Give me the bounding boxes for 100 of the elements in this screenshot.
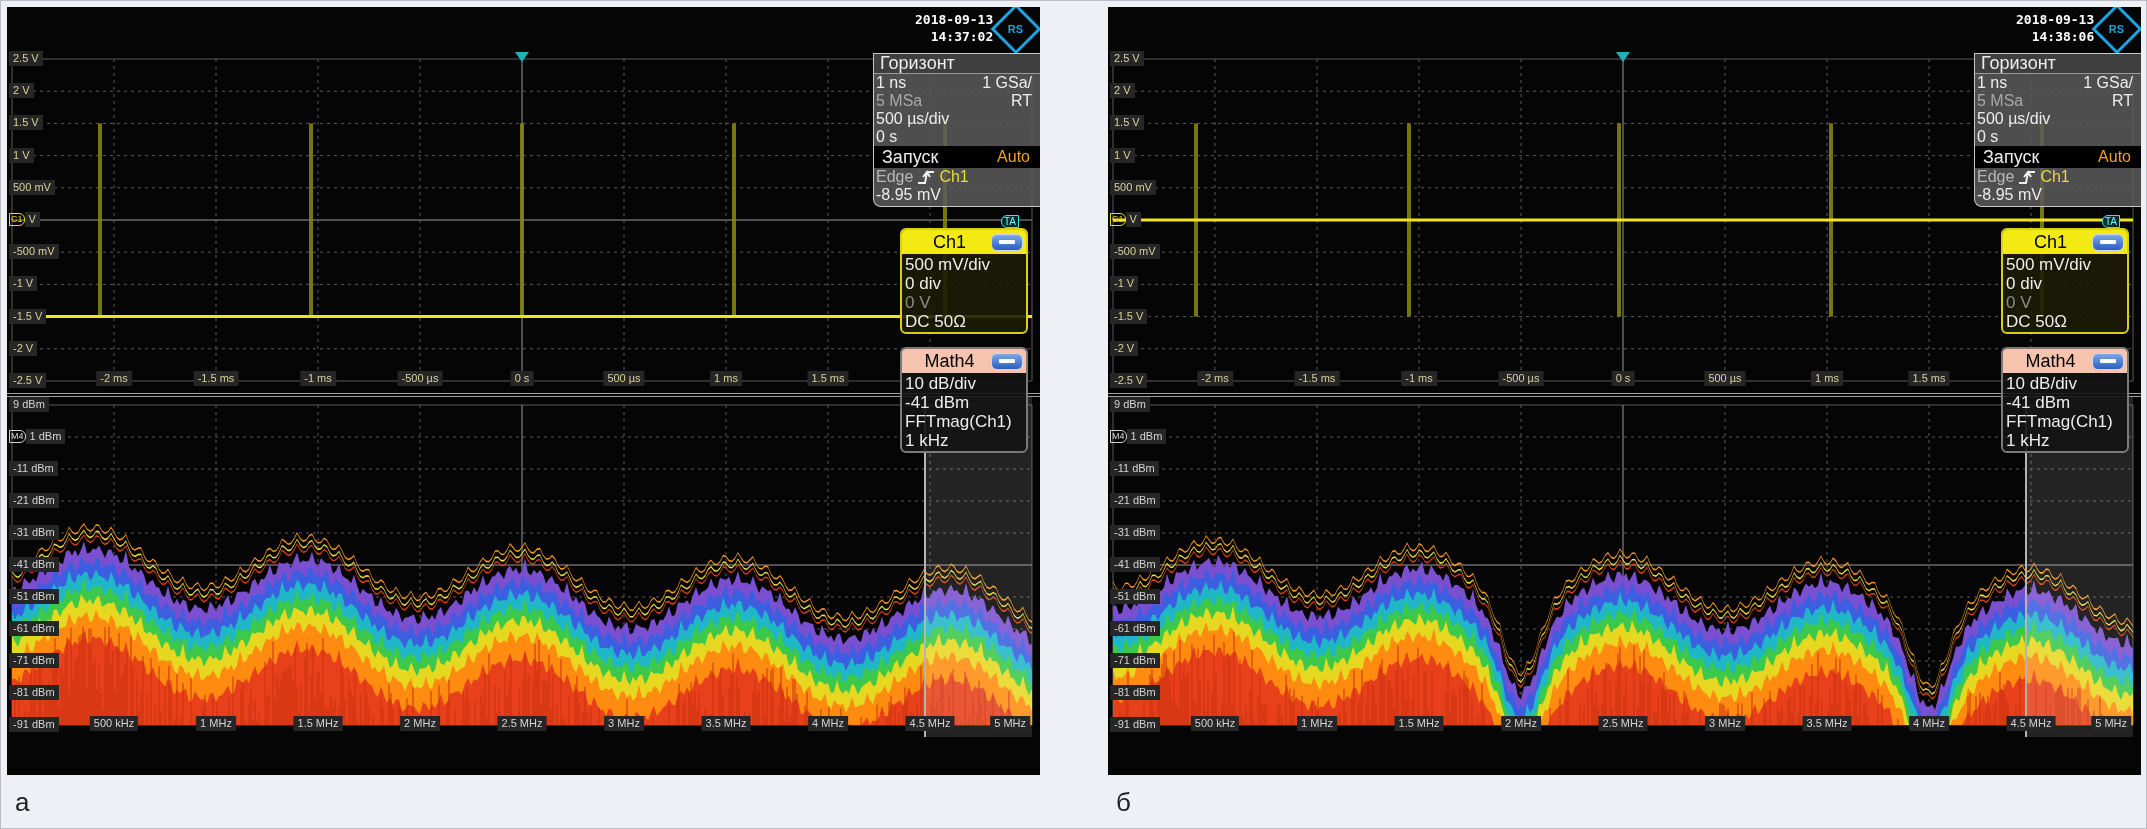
axis-label: 4 MHz xyxy=(808,716,848,731)
setting-value: 1 kHz xyxy=(905,431,950,450)
panel-title[interactable]: Запуск xyxy=(882,148,939,166)
minimize-button[interactable] xyxy=(991,352,1023,370)
setting-value: 0 V xyxy=(905,293,932,312)
channel-name: Math4 xyxy=(2024,351,2077,371)
setting-value: 500 µs/div xyxy=(1977,110,2051,128)
axis-label: 3 MHz xyxy=(604,716,644,731)
setting-value: 500 µs/div xyxy=(876,110,950,128)
minimize-button[interactable] xyxy=(2092,233,2124,251)
rising-edge-icon xyxy=(917,169,936,185)
axis-label: 500 mV xyxy=(1110,179,1156,195)
axis-label: 4.5 MHz xyxy=(2006,716,2056,731)
axis-label: 1 MHz xyxy=(1297,716,1337,731)
channel-marker[interactable]: C1 xyxy=(1110,213,1126,226)
channel-marker[interactable]: M4 xyxy=(1110,430,1127,443)
axis-label: -41 dBm xyxy=(9,557,59,572)
axis-label: 1 V xyxy=(1110,147,1135,163)
setting-value: 0 div xyxy=(2006,274,2043,293)
panel-title[interactable]: Запуск xyxy=(1983,148,2040,166)
setting-value: 500 mV/div xyxy=(2006,255,2093,274)
setting-value: DC 50Ω xyxy=(2006,312,2068,331)
trigger-level: -8.95 mV xyxy=(876,186,942,204)
axis-label: -91 dBm xyxy=(1110,717,1160,732)
channel-name: Ch1 xyxy=(932,232,967,252)
setting-value: RT xyxy=(2111,92,2133,110)
axis-label: -91 dBm xyxy=(9,717,59,732)
trigger-marker[interactable]: TA xyxy=(2102,215,2121,228)
axis-label: -2 ms xyxy=(96,371,132,386)
axis-label: -81 dBm xyxy=(1110,685,1160,700)
channel-header[interactable]: Ch1 xyxy=(2003,230,2127,254)
axis-label: -11 dBm xyxy=(9,461,58,476)
axis-label: 0 s xyxy=(510,371,534,386)
setting-value: 0 V xyxy=(2006,293,2033,312)
trigger-marker[interactable]: TA xyxy=(1001,215,1020,228)
axis-label: -1.5 V xyxy=(1110,308,1148,324)
axis-label: -41 dBm xyxy=(1110,557,1160,572)
axis-label: 2 MHz xyxy=(1501,716,1541,731)
axis-label: -51 dBm xyxy=(9,589,59,604)
axis-label: -1 ms xyxy=(300,371,336,386)
setting-value: 1 GSa/ xyxy=(982,74,1032,92)
setting-value: -41 dBm xyxy=(2006,393,2072,412)
axis-label: -500 mV xyxy=(1110,244,1160,260)
setting-value: 0 s xyxy=(1977,128,1999,146)
axis-label: -31 dBm xyxy=(9,525,59,540)
axis-label: 2 V xyxy=(1110,83,1135,99)
position-marker-icon[interactable] xyxy=(1616,52,1630,62)
axis-label: -1 ms xyxy=(1401,371,1437,386)
axis-label: 500 kHz xyxy=(1190,716,1240,731)
axis-label: 0 s xyxy=(1611,371,1635,386)
position-marker-icon[interactable] xyxy=(515,52,529,62)
trigger-type: Edge xyxy=(876,168,914,186)
axis-label: -1 V xyxy=(9,276,38,292)
setting-value: 0 s xyxy=(876,128,898,146)
axis-label: 9 dBm xyxy=(9,397,49,412)
axis-label: 500 µs xyxy=(603,371,645,386)
minus-icon xyxy=(2100,240,2116,244)
axis-label: 4.5 MHz xyxy=(905,716,955,731)
axis-label: -1.5 ms xyxy=(193,371,239,386)
setting-value: -41 dBm xyxy=(905,393,971,412)
axis-label: 9 dBm xyxy=(1110,397,1150,412)
channel-name: Math4 xyxy=(923,351,976,371)
channel-marker[interactable]: M4 xyxy=(9,430,26,443)
axis-label: 2 MHz xyxy=(400,716,440,731)
axis-label: 4 MHz xyxy=(1909,716,1949,731)
axis-label: 2.5 V xyxy=(9,51,43,66)
axis-label: 1 dBm xyxy=(25,429,66,444)
axis-label: -21 dBm xyxy=(1110,493,1160,508)
setting-value: 10 dB/div xyxy=(2006,374,2078,393)
axis-label: -31 dBm xyxy=(1110,525,1160,540)
setting-value: FFTmag(Ch1) xyxy=(905,412,1013,431)
minus-icon xyxy=(2100,359,2116,363)
axis-label: -71 dBm xyxy=(9,653,59,668)
channel-name: Ch1 xyxy=(2033,232,2068,252)
axis-label: -61 dBm xyxy=(9,621,59,636)
axis-label: 2.5 MHz xyxy=(497,716,547,731)
axis-label: 3 MHz xyxy=(1705,716,1745,731)
axis-label: 500 kHz xyxy=(89,716,139,731)
axis-label: -500 µs xyxy=(397,371,443,386)
axis-label: 1.5 ms xyxy=(1908,371,1950,386)
axis-label: 1.5 ms xyxy=(807,371,849,386)
axis-label: 3.5 MHz xyxy=(701,716,751,731)
axis-label: 3.5 MHz xyxy=(1802,716,1852,731)
channel-header[interactable]: Math4 xyxy=(2003,349,2127,373)
minus-icon xyxy=(999,359,1015,363)
channel-header[interactable]: Ch1 xyxy=(902,230,1026,254)
minimize-button[interactable] xyxy=(2092,352,2124,370)
axis-label: 2 V xyxy=(9,83,34,99)
axis-label: -2 V xyxy=(9,340,38,356)
minus-icon xyxy=(999,240,1015,244)
axis-label: 1.5 MHz xyxy=(1394,716,1444,731)
axis-label: 2.5 MHz xyxy=(1598,716,1648,731)
axis-label: -51 dBm xyxy=(1110,589,1160,604)
channel-marker[interactable]: C1 xyxy=(9,213,25,226)
axis-label: -1.5 V xyxy=(9,308,47,324)
trigger-type: Edge xyxy=(1977,168,2015,186)
channel-header[interactable]: Math4 xyxy=(902,349,1026,373)
axis-label: V xyxy=(1125,212,1141,227)
axis-label: 1 V xyxy=(9,147,34,163)
minimize-button[interactable] xyxy=(991,233,1023,251)
